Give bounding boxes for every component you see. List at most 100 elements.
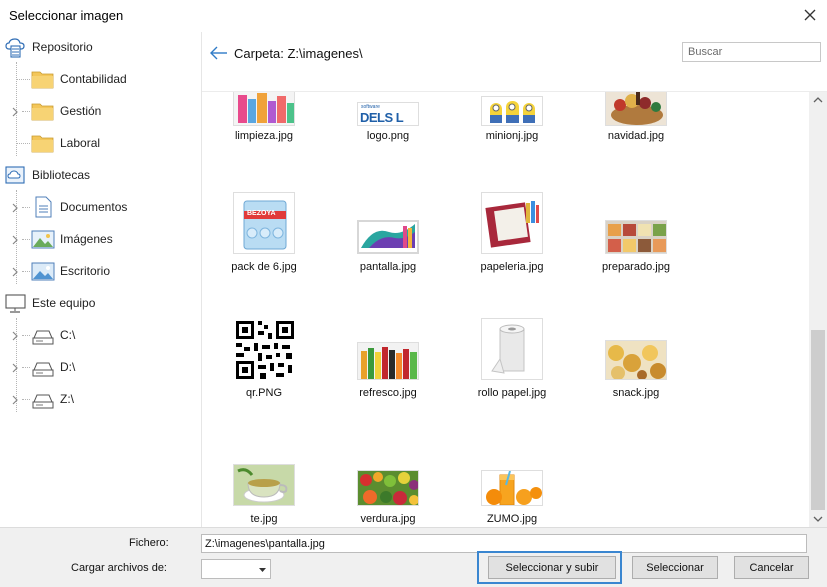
tree-label-imagenes: Imágenes — [60, 232, 113, 246]
document-icon — [31, 195, 55, 219]
tree-item-imagenes[interactable]: Imágenes — [31, 223, 113, 255]
pictures-icon — [31, 227, 55, 251]
tree-item-contabilidad[interactable]: Contabilidad — [31, 63, 127, 95]
file-thumbnail-stationery-folder — [481, 192, 543, 254]
chevron-down-icon — [813, 516, 823, 522]
cancel-button[interactable]: Cancelar — [734, 556, 809, 579]
file-name: snack.jpg — [612, 387, 660, 399]
brand-text: BEZOYA — [247, 210, 276, 217]
tree-item-drive-c[interactable]: C:\ — [31, 319, 75, 351]
cloud-library-icon — [4, 163, 28, 187]
file-item[interactable]: pantalla.jpg — [326, 192, 450, 302]
filename-label: Fichero: — [129, 537, 169, 549]
file-thumbnail-prepared-food — [605, 220, 667, 254]
file-item[interactable]: BEZOYA pack de 6.jpg — [202, 192, 326, 302]
file-name: navidad.jpg — [607, 130, 665, 142]
folder-path: Carpeta: Z:\imagenes\ — [234, 46, 363, 61]
file-name: te.jpg — [250, 513, 278, 525]
file-item[interactable]: minionj.jpg — [450, 92, 574, 196]
expand-escritorio-chevron-icon[interactable] — [10, 266, 20, 277]
expand-gestion-chevron-icon[interactable] — [10, 106, 20, 117]
tree-label-escritorio: Escritorio — [60, 264, 111, 278]
expand-drive-d-chevron-icon[interactable] — [10, 362, 20, 373]
tree-label-repository: Repositorio — [32, 40, 93, 54]
tree-label-drive-d: D:\ — [60, 360, 76, 374]
tree-item-drive-z[interactable]: Z:\ — [31, 383, 74, 415]
file-item[interactable]: verdura.jpg — [326, 444, 450, 527]
back-arrow-icon — [210, 46, 227, 60]
scroll-down-button[interactable] — [809, 511, 827, 527]
file-item[interactable]: preparado.jpg — [574, 192, 698, 302]
dialog-footer: Fichero: Cargar archivos de: Seleccionar… — [0, 527, 827, 587]
tree-item-escritorio[interactable]: Escritorio — [31, 255, 110, 287]
file-name: pantalla.jpg — [359, 261, 417, 273]
drive-icon — [31, 355, 55, 379]
file-thumbnail-orange-juice — [481, 470, 543, 506]
file-thumbnail-qr-code — [233, 318, 295, 380]
close-icon — [804, 9, 816, 21]
file-item[interactable]: ZUMO.jpg — [450, 444, 574, 527]
expand-drive-c-chevron-icon[interactable] — [10, 330, 20, 341]
file-item[interactable]: software DELS L logo.png — [326, 92, 450, 196]
close-button[interactable] — [799, 4, 821, 26]
file-item[interactable]: refresco.jpg — [326, 318, 450, 428]
tree-label-drive-c: C:\ — [60, 328, 76, 342]
file-name: ZUMO.jpg — [486, 513, 538, 525]
computer-icon — [4, 291, 28, 315]
tree-item-laboral[interactable]: Laboral — [31, 127, 100, 159]
file-name: rollo papel.jpg — [477, 387, 547, 399]
expand-documentos-chevron-icon[interactable] — [10, 202, 20, 213]
file-thumbnail-christmas-basket — [605, 92, 667, 126]
load-from-select[interactable] — [201, 559, 271, 579]
file-item[interactable]: snack.jpg — [574, 318, 698, 428]
title-bar: Seleccionar imagen — [0, 0, 827, 32]
file-item[interactable]: te.jpg — [202, 444, 326, 527]
file-name: verdura.jpg — [360, 513, 416, 525]
file-item[interactable]: papeleria.jpg — [450, 192, 574, 302]
dropdown-arrow-icon — [255, 560, 270, 578]
tree-item-documentos[interactable]: Documentos — [31, 191, 127, 223]
file-name: preparado.jpg — [602, 261, 670, 273]
tree-label-laboral: Laboral — [60, 136, 101, 150]
folder-icon — [31, 99, 55, 123]
scroll-up-button[interactable] — [809, 92, 827, 108]
folder-header: Carpeta: Z:\imagenes\ — [202, 32, 827, 92]
file-thumbnail-soft-drinks — [357, 342, 419, 380]
chevron-up-icon — [813, 97, 823, 103]
file-item[interactable]: qr.PNG — [202, 318, 326, 428]
drive-icon — [31, 387, 55, 411]
file-item[interactable]: navidad.jpg — [574, 92, 698, 196]
file-thumbnail-paper-roll — [481, 318, 543, 380]
tree-item-libraries[interactable]: Bibliotecas — [4, 159, 90, 191]
folder-icon — [31, 131, 55, 155]
folder-tree: Repositorio Contabilidad Gestión Laboral… — [0, 32, 201, 527]
logo-text: DELS L — [360, 110, 404, 125]
file-thumbnail-screen-wave — [357, 220, 419, 254]
tree-label-documentos: Documentos — [60, 200, 128, 214]
file-name: refresco.jpg — [359, 387, 417, 399]
desktop-icon — [31, 259, 55, 283]
file-name: pack de 6.jpg — [231, 261, 297, 273]
file-thumbnail-delsol-logo: software DELS L — [357, 102, 419, 126]
file-name: papeleria.jpg — [480, 261, 544, 273]
select-button[interactable]: Seleccionar — [632, 556, 718, 579]
file-name: limpieza.jpg — [234, 130, 294, 142]
tree-item-drive-d[interactable]: D:\ — [31, 351, 75, 383]
file-item[interactable]: limpieza.jpg — [202, 92, 326, 196]
drive-icon — [31, 323, 55, 347]
select-and-upload-button[interactable]: Seleccionar y subir — [488, 556, 616, 579]
tree-label-libraries: Bibliotecas — [32, 168, 91, 182]
expand-imagenes-chevron-icon[interactable] — [10, 234, 20, 245]
tree-item-repository[interactable]: Repositorio — [4, 31, 93, 63]
back-button[interactable] — [208, 44, 230, 62]
cloud-server-icon — [4, 35, 28, 59]
search-input[interactable] — [682, 42, 821, 62]
tree-item-computer[interactable]: Este equipo — [4, 287, 95, 319]
expand-drive-z-chevron-icon[interactable] — [10, 394, 20, 405]
file-grid: limpieza.jpg software DELS L logo.png mi… — [202, 92, 809, 527]
vertical-scrollbar[interactable] — [809, 92, 827, 527]
folder-icon — [31, 67, 55, 91]
tree-item-gestion[interactable]: Gestión — [31, 95, 101, 127]
scrollbar-thumb[interactable] — [811, 330, 825, 510]
file-item[interactable]: rollo papel.jpg — [450, 318, 574, 428]
